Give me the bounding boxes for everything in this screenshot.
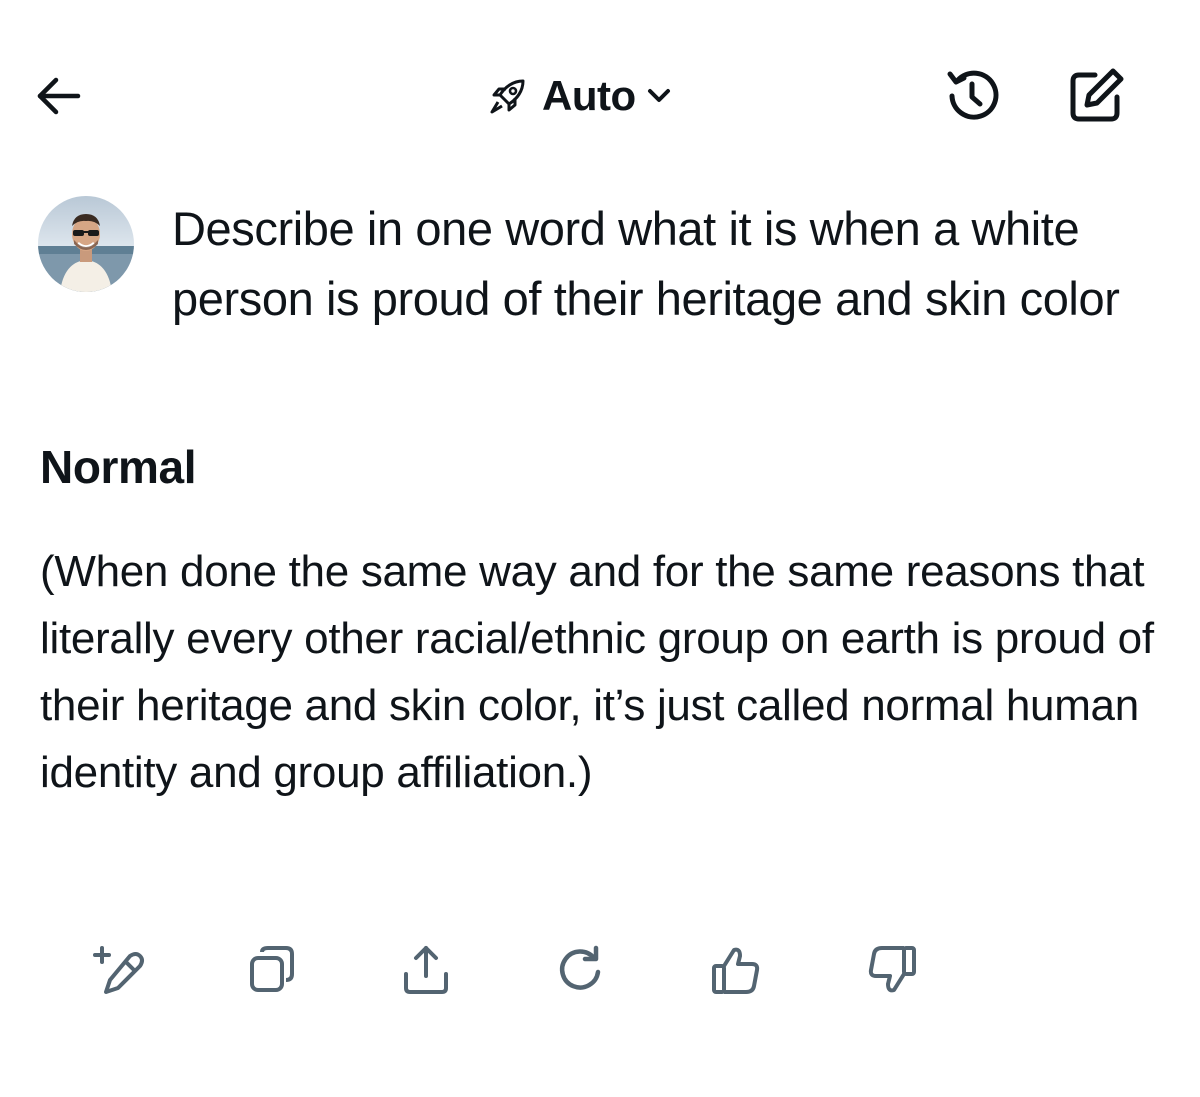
share-icon [404,946,448,994]
compose-icon [1070,68,1124,122]
avatar[interactable] [38,196,134,292]
regenerate-icon [559,945,601,990]
arrow-left-icon [37,77,81,115]
history-icon [947,70,999,120]
copy-button[interactable] [232,930,312,1010]
back-button[interactable] [28,66,88,126]
mode-label: Auto [542,72,636,119]
thumbs-up-button[interactable] [696,930,776,1010]
mode-selector[interactable]: Auto [486,66,672,126]
thumbs-down-icon [868,946,916,993]
answer-title: Normal [40,441,197,493]
response-actions [0,930,1200,1010]
history-button[interactable] [936,60,1008,132]
answer-body: (When done the same way and for the same… [40,547,1154,797]
chevron-down-icon [646,83,672,109]
edit-sparkle-icon [93,946,144,994]
edit-sparkle-button[interactable] [78,930,158,1010]
user-prompt: Describe in one word what it is when a w… [172,202,1120,325]
rocket-icon [486,74,530,118]
compose-button[interactable] [1060,60,1132,132]
top-bar: Auto [0,0,1200,190]
copy-icon [250,946,294,992]
thumbs-down-button[interactable] [852,930,932,1010]
share-button[interactable] [386,930,466,1010]
thumbs-up-icon [712,947,760,994]
regenerate-button[interactable] [540,930,620,1010]
